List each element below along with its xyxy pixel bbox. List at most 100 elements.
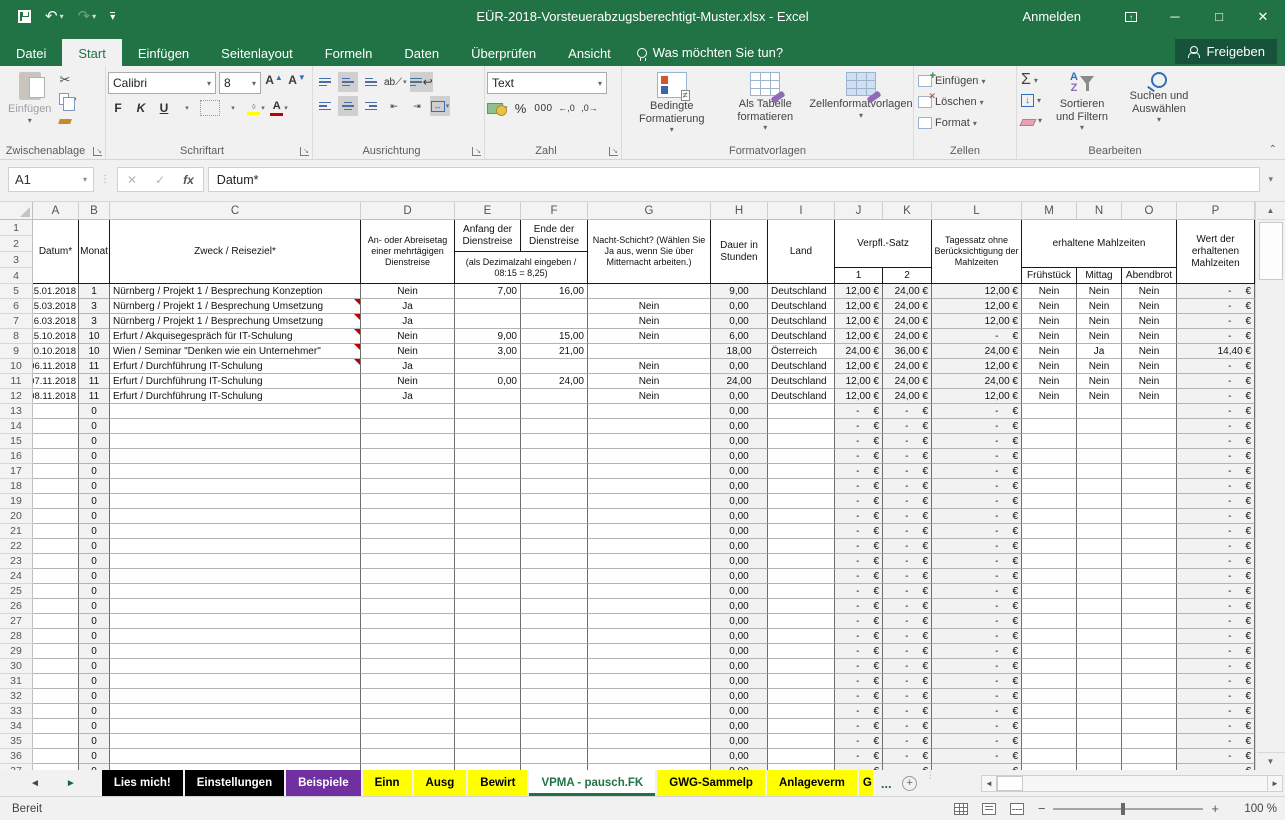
formula-input[interactable]: Datum* xyxy=(208,167,1261,192)
cell-L7[interactable]: 12,00 € xyxy=(932,314,1022,329)
cell-B14[interactable]: 0 xyxy=(79,419,110,434)
cell-M16[interactable] xyxy=(1022,449,1077,464)
cell-I20[interactable] xyxy=(768,509,835,524)
cell-D27[interactable] xyxy=(361,614,455,629)
cell-O35[interactable] xyxy=(1122,734,1177,749)
cell-P36[interactable]: -€ xyxy=(1177,749,1255,764)
autosum-button[interactable]: Σ▾ xyxy=(1021,72,1042,88)
row-header-1[interactable]: 1 xyxy=(0,220,33,236)
cell-C20[interactable] xyxy=(110,509,361,524)
cell-G35[interactable] xyxy=(588,734,711,749)
cell-K23[interactable]: -€ xyxy=(883,554,932,569)
cell-J10[interactable]: 12,00 € xyxy=(835,359,883,374)
cell-G10[interactable]: Nein xyxy=(588,359,711,374)
cell-J25[interactable]: -€ xyxy=(835,584,883,599)
column-header-A[interactable]: A xyxy=(33,202,79,219)
cell-D5[interactable]: Nein xyxy=(361,284,455,299)
sheet-tab-einn[interactable]: Einn xyxy=(363,770,412,796)
cell-K12[interactable]: 24,00 € xyxy=(883,389,932,404)
cell-P14[interactable]: -€ xyxy=(1177,419,1255,434)
cell-H31[interactable]: 0,00 xyxy=(711,674,768,689)
paste-button[interactable]: Einfügen ▾ xyxy=(2,70,57,127)
cell-E19[interactable] xyxy=(455,494,521,509)
cell-J37[interactable]: -€ xyxy=(835,764,883,770)
cell-I23[interactable] xyxy=(768,554,835,569)
header-cell-E[interactable]: Anfang der Dienstreise xyxy=(455,220,521,252)
cell-I8[interactable]: Deutschland xyxy=(768,329,835,344)
clear-button[interactable]: ▾ xyxy=(1021,112,1042,128)
row-header-10[interactable]: 10 xyxy=(0,359,33,374)
cell-D28[interactable] xyxy=(361,629,455,644)
align-right-button[interactable] xyxy=(361,96,381,116)
font-dialog-launcher-icon[interactable]: ↘ xyxy=(300,147,309,156)
cell-B18[interactable]: 0 xyxy=(79,479,110,494)
cell-E18[interactable] xyxy=(455,479,521,494)
cell-N33[interactable] xyxy=(1077,704,1122,719)
cell-H20[interactable]: 0,00 xyxy=(711,509,768,524)
cell-O22[interactable] xyxy=(1122,539,1177,554)
cell-E24[interactable] xyxy=(455,569,521,584)
cell-I21[interactable] xyxy=(768,524,835,539)
row-header-33[interactable]: 33 xyxy=(0,704,33,719)
cell-B16[interactable]: 0 xyxy=(79,449,110,464)
cell-K16[interactable]: -€ xyxy=(883,449,932,464)
cell-M10[interactable]: Nein xyxy=(1022,359,1077,374)
cell-B20[interactable]: 0 xyxy=(79,509,110,524)
cell-D35[interactable] xyxy=(361,734,455,749)
cell-E26[interactable] xyxy=(455,599,521,614)
cell-P12[interactable]: -€ xyxy=(1177,389,1255,404)
cell-E34[interactable] xyxy=(455,719,521,734)
cell-L24[interactable]: -€ xyxy=(932,569,1022,584)
cell-B17[interactable]: 0 xyxy=(79,464,110,479)
scroll-up-icon[interactable]: ▲ xyxy=(1257,202,1285,220)
cell-N15[interactable] xyxy=(1077,434,1122,449)
cell-G29[interactable] xyxy=(588,644,711,659)
cell-B12[interactable]: 11 xyxy=(79,389,110,404)
cell-J16[interactable]: -€ xyxy=(835,449,883,464)
accounting-format-button[interactable]: ▾ xyxy=(487,98,508,118)
cell-A23[interactable] xyxy=(33,554,79,569)
cell-M15[interactable] xyxy=(1022,434,1077,449)
cell-E16[interactable] xyxy=(455,449,521,464)
cell-B6[interactable]: 3 xyxy=(79,299,110,314)
cell-A6[interactable]: 15.03.2018 xyxy=(33,299,79,314)
cell-P29[interactable]: -€ xyxy=(1177,644,1255,659)
cell-K29[interactable]: -€ xyxy=(883,644,932,659)
insert-cells-button[interactable]: Einfügen▾ xyxy=(918,73,985,89)
cell-F11[interactable]: 24,00 xyxy=(521,374,588,389)
cell-C35[interactable] xyxy=(110,734,361,749)
fill-button[interactable]: ↓▾ xyxy=(1021,92,1042,108)
cell-O28[interactable] xyxy=(1122,629,1177,644)
cell-B33[interactable]: 0 xyxy=(79,704,110,719)
cell-G5[interactable] xyxy=(588,284,711,299)
cell-G23[interactable] xyxy=(588,554,711,569)
share-button[interactable]: Freigeben xyxy=(1175,39,1277,64)
cell-E31[interactable] xyxy=(455,674,521,689)
customize-quick-access-icon[interactable]: ▾ xyxy=(110,12,115,22)
cell-C32[interactable] xyxy=(110,689,361,704)
cell-O17[interactable] xyxy=(1122,464,1177,479)
cell-A7[interactable]: 16.03.2018 xyxy=(33,314,79,329)
zoom-in-icon[interactable]: + xyxy=(1211,801,1219,816)
cell-F8[interactable]: 15,00 xyxy=(521,329,588,344)
cell-H13[interactable]: 0,00 xyxy=(711,404,768,419)
cell-A24[interactable] xyxy=(33,569,79,584)
cell-J8[interactable]: 12,00 € xyxy=(835,329,883,344)
cell-G15[interactable] xyxy=(588,434,711,449)
row-header-7[interactable]: 7 xyxy=(0,314,33,329)
cell-J19[interactable]: -€ xyxy=(835,494,883,509)
cell-K14[interactable]: -€ xyxy=(883,419,932,434)
cell-L5[interactable]: 12,00 € xyxy=(932,284,1022,299)
cell-F14[interactable] xyxy=(521,419,588,434)
cell-L27[interactable]: -€ xyxy=(932,614,1022,629)
sheet-nav-forward-icon[interactable]: ► xyxy=(66,778,76,789)
cell-H15[interactable]: 0,00 xyxy=(711,434,768,449)
cell-F23[interactable] xyxy=(521,554,588,569)
cell-P9[interactable]: 14,40 € xyxy=(1177,344,1255,359)
cell-D20[interactable] xyxy=(361,509,455,524)
cell-O23[interactable] xyxy=(1122,554,1177,569)
row-header-30[interactable]: 30 xyxy=(0,659,33,674)
cell-K32[interactable]: -€ xyxy=(883,689,932,704)
ribbon-tab-seitenlayout[interactable]: Seitenlayout xyxy=(205,39,309,66)
header-cell-H[interactable]: Dauer in Stunden xyxy=(711,220,768,284)
